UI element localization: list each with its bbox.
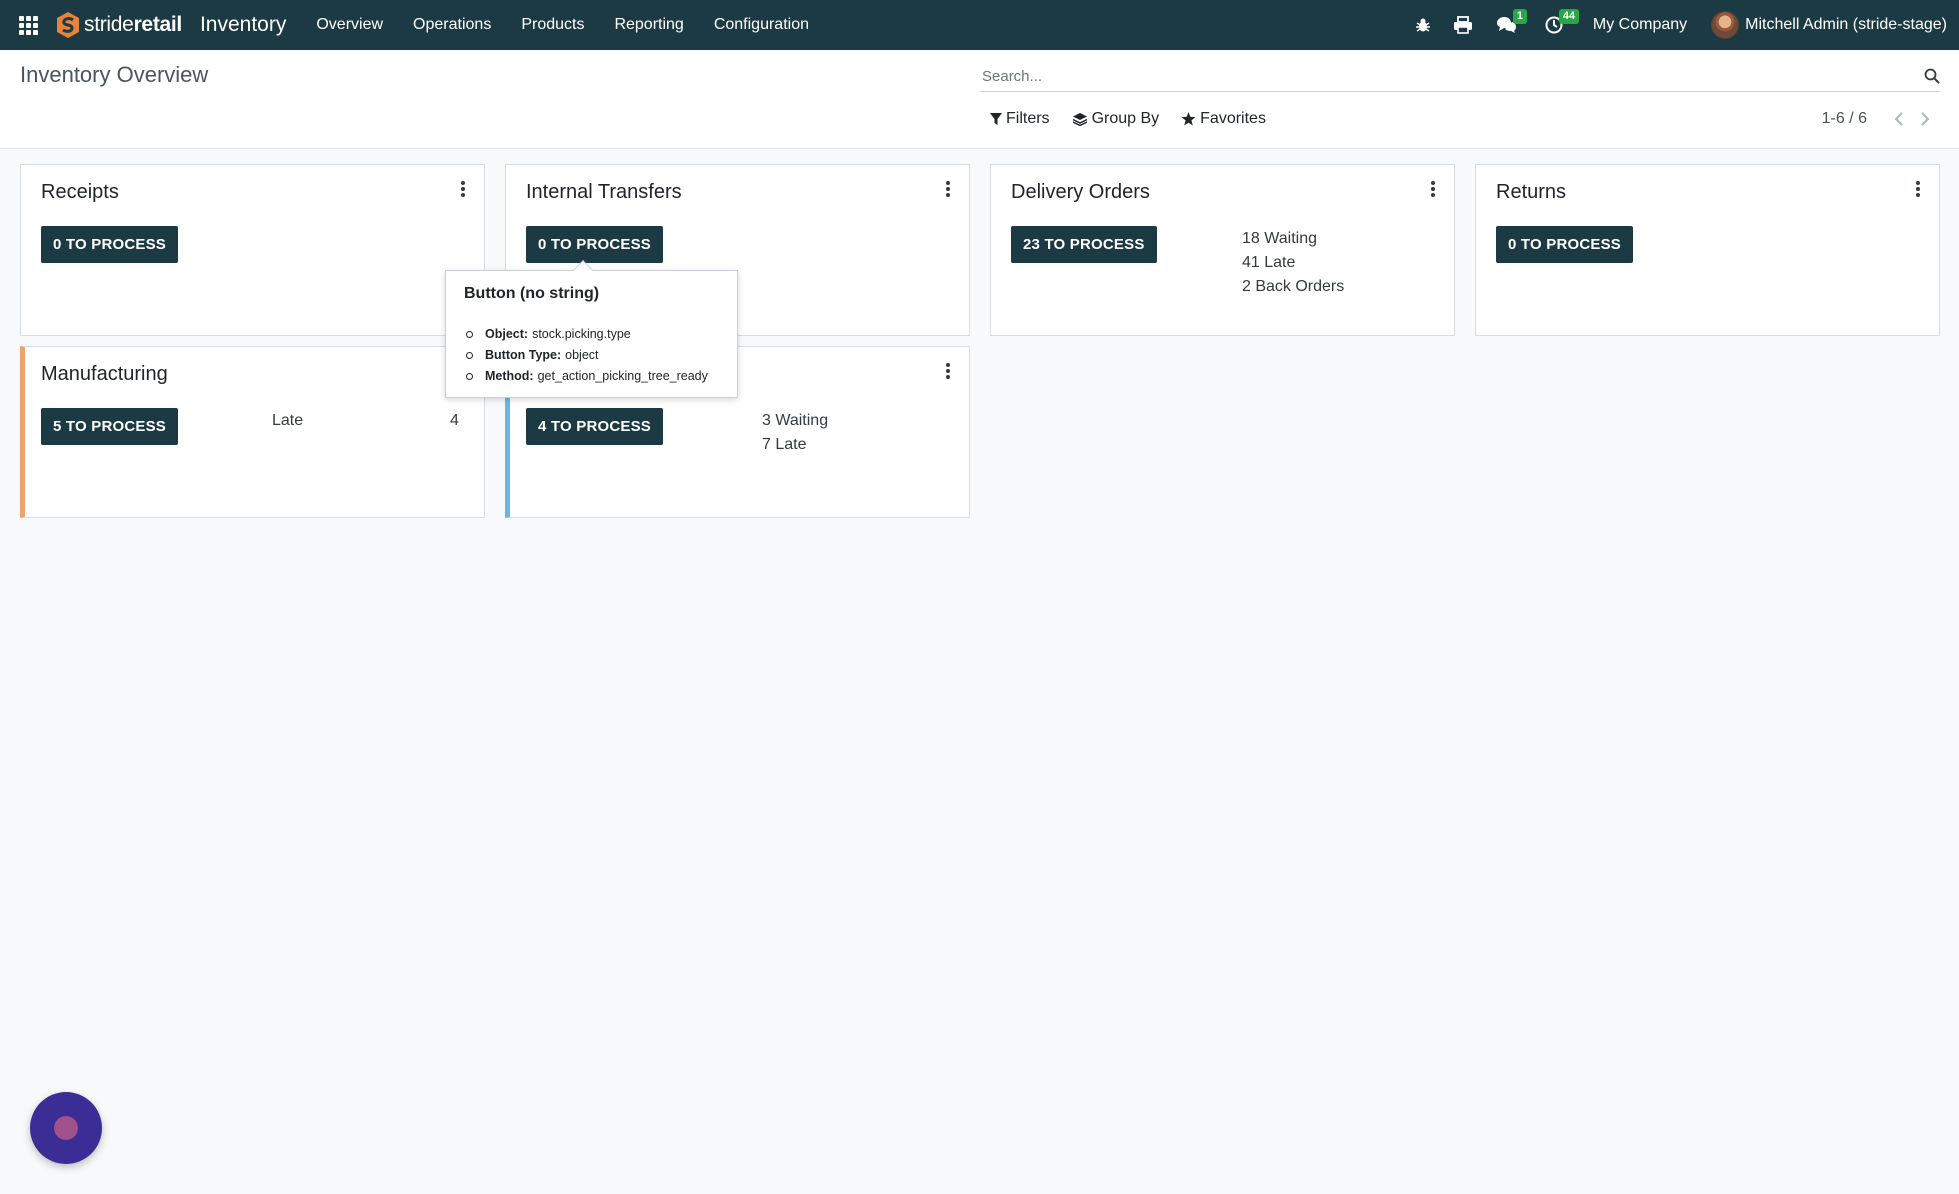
tooltip-title: Button (no string)	[464, 285, 600, 302]
to-process-button[interactable]: 4 TO PROCESS	[526, 408, 663, 445]
tooltip-object: Object: stock.picking.type	[466, 324, 708, 345]
search-options: Filters Group By Favorites	[990, 110, 1288, 128]
late-link[interactable]: 41 Late	[1242, 251, 1295, 275]
brand-suffix: retail	[133, 13, 183, 36]
to-process-button[interactable]: 0 TO PROCESS	[1496, 226, 1633, 263]
card-title[interactable]: Returns	[1496, 181, 1566, 204]
app-title[interactable]: Inventory	[200, 13, 286, 37]
chevron-left-icon	[1894, 112, 1903, 126]
kanban-card-returns: Returns 0 TO PROCESS	[1475, 164, 1940, 336]
apps-menu-icon[interactable]	[0, 0, 56, 50]
group-by-button[interactable]: Group By	[1072, 110, 1160, 128]
late-count[interactable]: 4	[450, 409, 459, 433]
card-dropdown-icon[interactable]	[1913, 179, 1923, 199]
chevron-right-icon	[1921, 112, 1930, 126]
user-menu[interactable]: Mitchell Admin (stride-stage)	[1711, 11, 1947, 39]
back-orders-link[interactable]: 2 Back Orders	[1242, 275, 1344, 299]
pager: 1-6 / 6	[1822, 108, 1935, 130]
waiting-link[interactable]: 3 Waiting	[762, 409, 828, 433]
menu-configuration[interactable]: Configuration	[714, 16, 809, 34]
search-input[interactable]	[980, 68, 1900, 85]
menu-products[interactable]: Products	[521, 16, 584, 34]
pager-next-button[interactable]	[1915, 108, 1935, 130]
card-title[interactable]: Internal Transfers	[526, 181, 682, 204]
kanban-card-manufacturing: Manufacturing 5 TO PROCESS Late 4	[20, 346, 485, 518]
brand-prefix: stride	[84, 13, 134, 36]
search-icon[interactable]	[1924, 68, 1940, 84]
favorites-label: Favorites	[1200, 110, 1266, 127]
top-navbar: strideretail Inventory Overview Operatio…	[0, 0, 1959, 50]
kanban-card-delivery-orders: Delivery Orders 23 TO PROCESS 18 Waiting…	[990, 164, 1455, 336]
debug-tooltip: Button (no string) Object: stock.picking.…	[445, 260, 738, 398]
menu-overview[interactable]: Overview	[316, 16, 383, 34]
to-process-button[interactable]: 0 TO PROCESS	[526, 226, 663, 263]
tooltip-button-type: Button Type: object	[466, 345, 708, 366]
company-switcher[interactable]: My Company	[1593, 16, 1687, 34]
floating-chat-button[interactable]	[30, 1092, 102, 1164]
pager-previous-button[interactable]	[1889, 108, 1909, 130]
filters-label: Filters	[1006, 110, 1050, 127]
card-dropdown-icon[interactable]	[458, 179, 468, 199]
tooltip-details: Object: stock.picking.type Button Type: ob…	[466, 324, 708, 387]
favorites-button[interactable]: Favorites	[1181, 110, 1266, 128]
card-title[interactable]: Receipts	[41, 181, 119, 204]
to-process-button[interactable]: 5 TO PROCESS	[41, 408, 178, 445]
search-bar	[980, 62, 1940, 92]
card-title[interactable]: Manufacturing	[41, 363, 168, 386]
pager-value[interactable]: 1-6 / 6	[1822, 110, 1867, 128]
card-dropdown-icon[interactable]	[943, 179, 953, 199]
control-panel: Inventory Overview Filters Group By Favo…	[0, 50, 1959, 149]
to-process-button[interactable]: 0 TO PROCESS	[41, 226, 178, 263]
print-icon[interactable]	[1453, 0, 1473, 50]
card-title[interactable]: Delivery Orders	[1011, 181, 1150, 204]
page-title: Inventory Overview	[20, 62, 209, 87]
menu-reporting[interactable]: Reporting	[614, 16, 683, 34]
waiting-link[interactable]: 18 Waiting	[1242, 227, 1317, 251]
chat-bubble-icon	[54, 1116, 78, 1140]
brand-logo[interactable]: strideretail	[56, 0, 182, 50]
to-process-button[interactable]: 23 TO PROCESS	[1011, 226, 1157, 263]
card-dropdown-icon[interactable]	[1428, 179, 1438, 199]
filters-button[interactable]: Filters	[990, 110, 1050, 128]
debug-bug-icon[interactable]	[1415, 0, 1431, 50]
user-name: Mitchell Admin (stride-stage)	[1745, 16, 1947, 33]
tooltip-method: Method: get_action_picking_tree_ready	[466, 366, 708, 387]
messages-badge: 1	[1512, 9, 1528, 24]
late-link[interactable]: Late	[272, 409, 303, 433]
late-link[interactable]: 7 Late	[762, 433, 806, 457]
kanban-card-receipts: Receipts 0 TO PROCESS	[20, 164, 485, 336]
filter-icon	[990, 112, 1002, 125]
star-icon	[1181, 112, 1196, 126]
layers-icon	[1072, 113, 1087, 126]
avatar	[1711, 11, 1740, 39]
messages-icon[interactable]: 1	[1495, 0, 1528, 50]
menu-operations[interactable]: Operations	[413, 16, 491, 34]
stride-logo-icon	[57, 12, 79, 38]
card-dropdown-icon[interactable]	[943, 361, 953, 381]
group-by-label: Group By	[1091, 110, 1160, 127]
navbar-systray: 1 44 My Company Mitchell Admin (stride-s…	[1415, 0, 1959, 50]
activities-badge: 44	[1558, 9, 1580, 24]
main-menu: Overview Operations Products Reporting C…	[316, 16, 839, 34]
activities-clock-icon[interactable]: 44	[1545, 0, 1580, 50]
